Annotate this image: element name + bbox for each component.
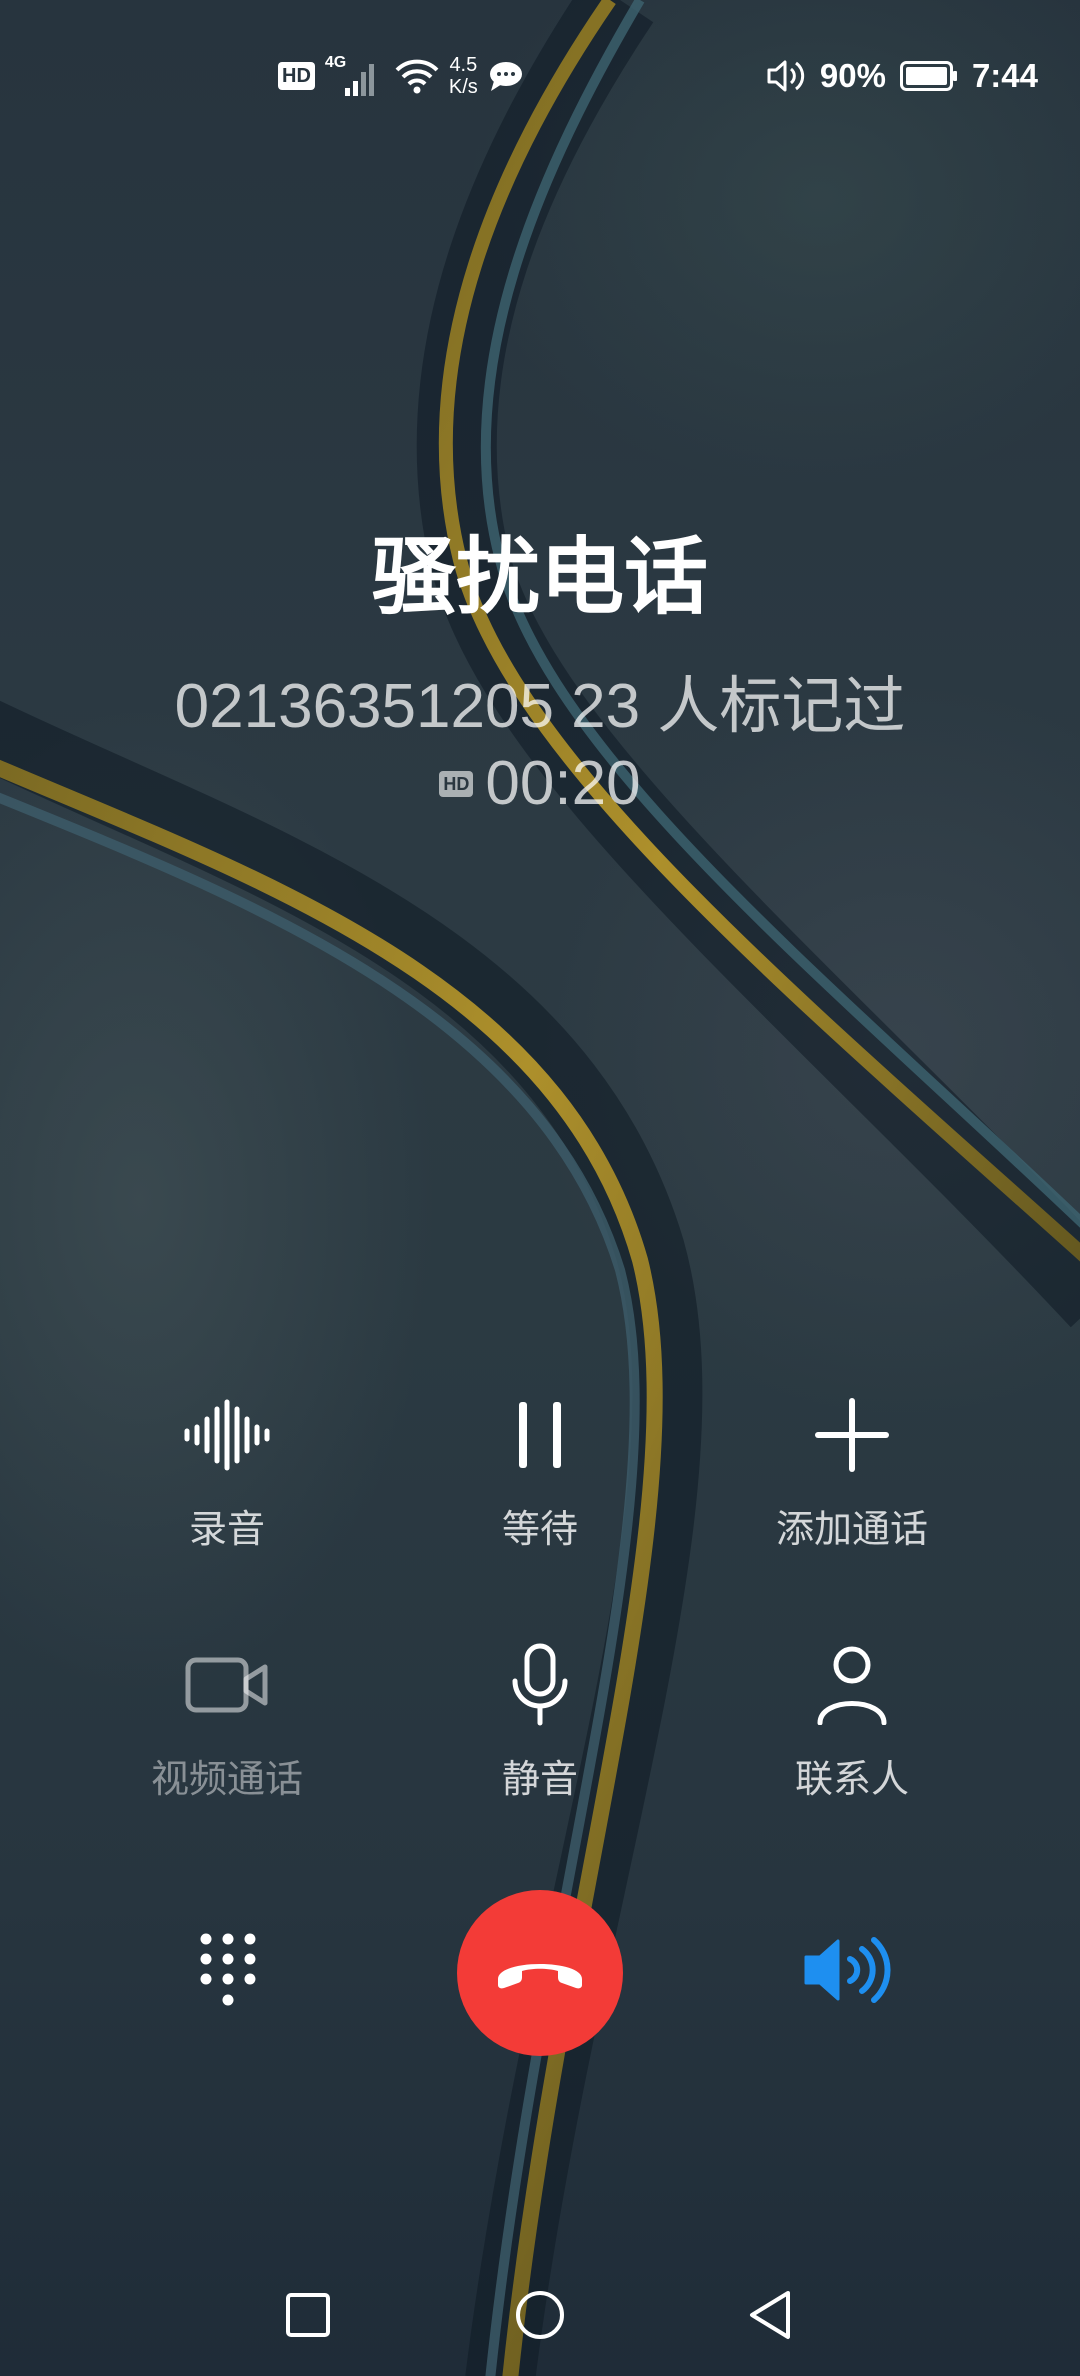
in-call-screen: HD 4G 4.5 K/s 90% 7:44 骚扰电话 02136351205 … bbox=[0, 0, 1080, 2376]
caller-label: 骚扰电话 bbox=[371, 528, 708, 626]
record-label: 录音 bbox=[188, 1507, 265, 1551]
end-call-button[interactable] bbox=[457, 1890, 623, 2056]
navigation-bar bbox=[0, 2270, 1080, 2370]
square-icon bbox=[286, 2293, 330, 2337]
call-duration: 00:20 bbox=[485, 749, 641, 818]
signal-icon: 4G bbox=[325, 54, 385, 98]
message-icon bbox=[488, 59, 524, 93]
triangle-back-icon bbox=[750, 2291, 790, 2339]
plus-icon bbox=[702, 1390, 1002, 1480]
battery-percent: 90% bbox=[819, 57, 886, 94]
contacts-label: 联系人 bbox=[794, 1757, 909, 1801]
hd-icon: HD bbox=[278, 62, 315, 90]
person-icon bbox=[702, 1640, 1002, 1730]
add-call-label: 添加通话 bbox=[775, 1507, 928, 1551]
back-button[interactable] bbox=[730, 2270, 810, 2360]
battery-icon bbox=[899, 61, 958, 91]
video-call-label: 视频通话 bbox=[150, 1757, 303, 1801]
hd-call-icon: HD bbox=[439, 770, 474, 797]
home-button[interactable] bbox=[500, 2270, 580, 2360]
status-bar: HD 4G 4.5 K/s 90% 7:44 bbox=[0, 0, 1080, 150]
status-bar-left: HD 4G 4.5 K/s bbox=[278, 50, 524, 102]
speaker-icon bbox=[804, 1937, 891, 2003]
contacts-button[interactable]: 联系人 bbox=[702, 1640, 1002, 1803]
waveform-icon bbox=[77, 1390, 377, 1480]
circle-icon bbox=[516, 2291, 564, 2339]
add-call-button[interactable]: 添加通话 bbox=[702, 1390, 1002, 1553]
dialpad-button[interactable] bbox=[178, 1910, 278, 2030]
call-duration-row: HD 00:20 bbox=[0, 748, 1080, 819]
status-bar-right: 90% 7:44 bbox=[766, 50, 1038, 102]
mute-button[interactable]: 静音 bbox=[390, 1640, 690, 1803]
hold-button[interactable]: 等待 bbox=[390, 1390, 690, 1553]
mute-label: 静音 bbox=[501, 1757, 578, 1801]
recents-button[interactable] bbox=[268, 2270, 348, 2360]
volume-icon bbox=[766, 57, 806, 95]
video-camera-icon bbox=[77, 1640, 377, 1730]
speaker-button[interactable] bbox=[790, 1910, 910, 2030]
wifi-icon bbox=[395, 56, 439, 96]
caller-number-tag: 02136351205 23 人标记过 bbox=[174, 672, 906, 741]
net-speed: 4.5 K/s bbox=[449, 54, 478, 98]
hang-up-icon bbox=[498, 1964, 582, 1989]
video-call-button[interactable]: 视频通话 bbox=[77, 1640, 377, 1803]
hold-label: 等待 bbox=[501, 1507, 578, 1551]
net-speed-value: 4.5 bbox=[449, 54, 478, 76]
net-speed-unit: K/s bbox=[448, 76, 478, 98]
microphone-icon bbox=[390, 1640, 690, 1730]
record-button[interactable]: 录音 bbox=[77, 1390, 377, 1553]
pause-icon bbox=[390, 1390, 690, 1480]
clock: 7:44 bbox=[971, 57, 1038, 94]
dialpad-icon bbox=[200, 1933, 256, 2006]
